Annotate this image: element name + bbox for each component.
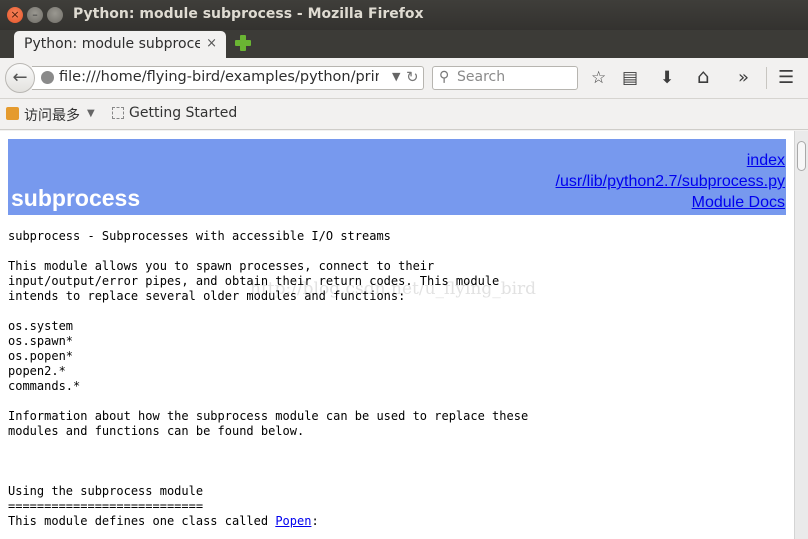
window-title: Python: module subprocess - Mozilla Fire… [73, 6, 424, 22]
download-icon[interactable]: ⬇ [660, 68, 674, 88]
home-icon[interactable]: ⌂ [697, 66, 710, 86]
reading-list-icon[interactable]: ▤ [622, 68, 638, 88]
minimize-icon: – [32, 8, 38, 21]
index-link[interactable]: index [747, 152, 785, 169]
window-minimize-button[interactable]: – [27, 7, 43, 23]
tab-strip: Python: module subprocess × [0, 30, 808, 58]
most-visited-dropdown-icon[interactable]: ▼ [87, 108, 95, 119]
docstring-text: subprocess - Subprocesses with accessibl… [8, 229, 529, 528]
bookmarks-toolbar: 访问最多 ▼ Getting Started [0, 99, 808, 130]
window-maximize-button[interactable] [47, 7, 63, 23]
url-text[interactable]: file:///home/flying-bird/examples/python… [59, 69, 379, 85]
search-icon: ⚲ [439, 69, 450, 85]
overflow-chevron-icon[interactable]: » [738, 68, 749, 88]
tab-close-icon[interactable]: × [206, 36, 217, 51]
page-icon [112, 107, 124, 119]
back-button[interactable]: ← [5, 63, 35, 93]
bookmark-getting-started[interactable]: Getting Started [129, 105, 237, 121]
page-title: subprocess [11, 185, 141, 211]
most-visited-folder-icon [6, 107, 19, 120]
close-icon: × [10, 8, 20, 21]
url-bar[interactable]: file:///home/flying-bird/examples/python… [32, 66, 424, 90]
bookmark-star-icon[interactable]: ☆ [591, 68, 606, 88]
new-tab-plus-icon[interactable] [234, 34, 252, 52]
scrollbar-thumb[interactable] [797, 141, 806, 171]
window-close-button[interactable]: × [7, 7, 23, 23]
url-history-dropdown-icon[interactable]: ▼ [392, 70, 400, 83]
navigation-toolbar: file:///home/flying-bird/examples/python… [0, 58, 808, 99]
module-docs-link[interactable]: Module Docs [692, 194, 785, 211]
bookmark-most-visited[interactable]: 访问最多 [24, 105, 80, 125]
heading-links: index /usr/lib/python2.7/subprocess.py M… [556, 150, 785, 213]
docstring-suffix: : [311, 514, 319, 528]
search-box[interactable]: ⚲ [432, 66, 578, 90]
search-input[interactable] [457, 69, 572, 85]
vertical-scrollbar[interactable] [794, 131, 808, 539]
source-file-link[interactable]: /usr/lib/python2.7/subprocess.py [556, 173, 785, 190]
toolbar-separator [766, 67, 767, 89]
window-title-bar: × – Python: module subprocess - Mozilla … [0, 0, 808, 30]
tab-label: Python: module subprocess [24, 36, 200, 52]
module-heading-banner: subprocess index /usr/lib/python2.7/subp… [8, 139, 786, 215]
popen-link[interactable]: Popen [275, 514, 311, 528]
module-docstring: subprocess - Subprocesses with accessibl… [8, 229, 528, 529]
menu-icon[interactable]: ☰ [778, 68, 794, 88]
back-arrow-icon: ← [12, 67, 28, 88]
globe-icon [41, 71, 54, 84]
reload-icon[interactable]: ↻ [406, 68, 419, 86]
tab-active[interactable]: Python: module subprocess × [14, 31, 226, 58]
page-content: subprocess index /usr/lib/python2.7/subp… [0, 131, 794, 539]
